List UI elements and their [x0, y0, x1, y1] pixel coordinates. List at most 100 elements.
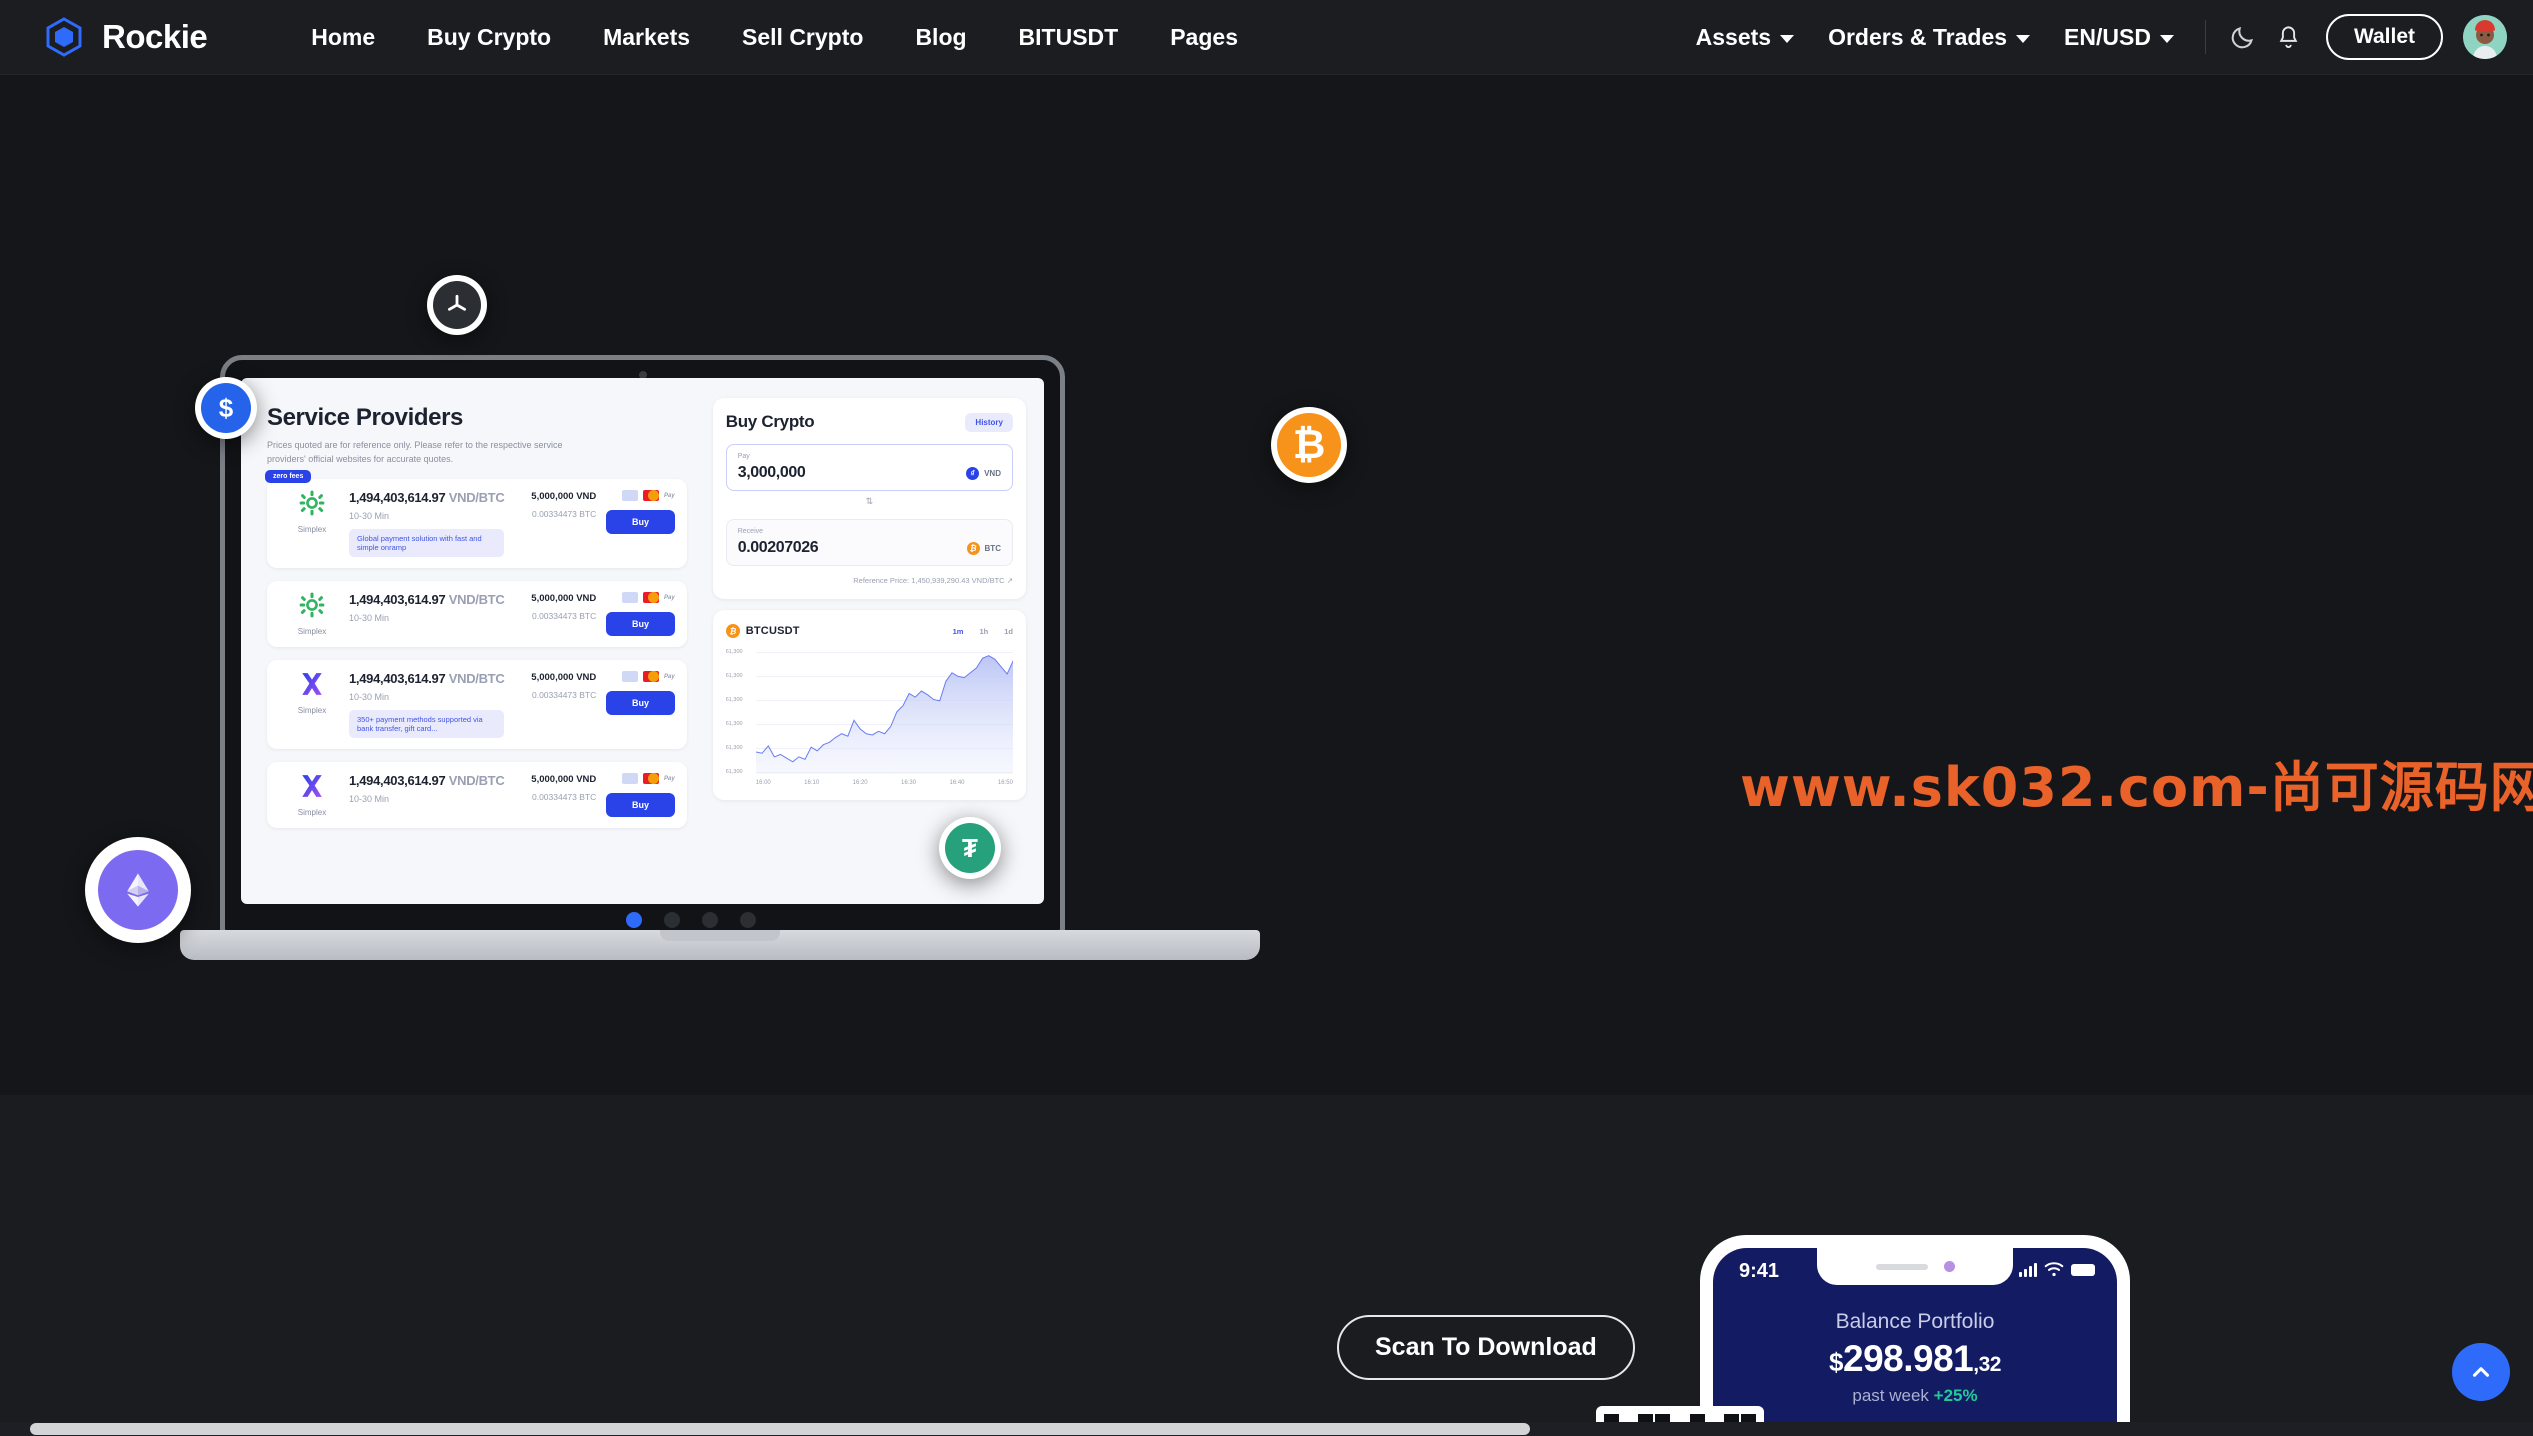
history-button[interactable]: History — [965, 412, 1013, 432]
apple-pay-icon: Pay — [664, 673, 675, 680]
chart-range-1d[interactable]: 1d — [1004, 627, 1013, 636]
dark-coin-icon — [427, 275, 487, 335]
balance-main: 298.981 — [1843, 1338, 1974, 1379]
provider-details: 1,494,403,614.97 VND/BTC 10-30 Min 350+ … — [343, 671, 505, 738]
buy-button[interactable]: Buy — [606, 691, 675, 715]
brand-logo-group[interactable]: Rockie — [42, 15, 208, 59]
provider-actions: Pay Buy — [596, 671, 675, 715]
btc-orange-coin-icon: ₿ — [966, 542, 980, 555]
provider-name: Simplex — [297, 525, 327, 534]
provider-eta: 10-30 Min — [349, 613, 390, 623]
buy-button[interactable]: Buy — [606, 612, 675, 636]
swap-vertical-icon[interactable]: ⇅ — [726, 496, 1013, 507]
buy-button[interactable]: Buy — [606, 793, 675, 817]
service-providers-subtitle: Prices quoted are for reference only. Pl… — [267, 440, 563, 464]
carousel-dot-1[interactable] — [626, 912, 642, 928]
chart-ytick: 61,300 — [725, 721, 743, 727]
provider-amounts: 5,000,000 VND 0.00334473 BTC — [504, 592, 596, 621]
chart-ytick: 61,300 — [725, 769, 743, 775]
provider-logo-cell: Simplex — [281, 592, 343, 636]
pay-currency-selector[interactable]: ₫ VND — [966, 467, 1001, 482]
service-providers-pane: Service Providers Prices quoted are for … — [241, 378, 707, 904]
tether-coin-icon: ₮ — [939, 817, 1001, 879]
nav-link-sell-crypto[interactable]: Sell Crypto — [716, 24, 889, 51]
carousel-dot-2[interactable] — [664, 912, 680, 928]
receive-currency-selector[interactable]: ₿ BTC — [966, 542, 1001, 557]
notifications-button[interactable] — [2266, 14, 2312, 60]
hero-section: Service Providers Prices quoted are for … — [0, 75, 2533, 1095]
pay-field[interactable]: Pay 3,000,000 ₫ VND — [725, 444, 1013, 491]
provider-eta: 10-30 Min — [349, 511, 390, 521]
nav-dropdown-orders-trades[interactable]: Orders & Trades — [1811, 24, 2047, 51]
provider-note: Global payment solution with fast and si… — [349, 529, 505, 557]
chart-ytick: 61,300 — [725, 673, 743, 679]
table-row[interactable]: Simplex 1,494,403,614.97 VND/BTC 10-30 M… — [267, 762, 687, 828]
wallet-button[interactable]: Wallet — [2325, 14, 2443, 60]
secondary-nav: Assets Orders & Trades EN/USD Wallet — [1679, 14, 2533, 60]
scroll-to-top-button[interactable] — [2452, 1343, 2510, 1401]
provider-actions: Pay Buy — [596, 592, 675, 636]
provider-price: 1,494,403,614.97 VND/BTC — [349, 592, 505, 607]
provider-crypto-amount: 0.00334473 BTC — [531, 690, 597, 700]
laptop-screen: Service Providers Prices quoted are for … — [241, 378, 1044, 904]
scrollbar-thumb[interactable] — [30, 1423, 1530, 1435]
provider-fiat-amount: 5,000,000 VND — [531, 672, 597, 683]
phone-screen: 9:41 Balance Portfolio $298.981,32 past … — [1713, 1248, 2117, 1436]
chevron-down-icon — [2159, 35, 2174, 43]
nav-dropdown-orders-trades-label: Orders & Trades — [1828, 23, 2008, 50]
table-row[interactable]: Simplex 1,494,403,614.97 VND/BTC 10-30 M… — [267, 660, 687, 749]
provider-actions: Pay Buy — [596, 490, 675, 534]
table-row[interactable]: Simplex 1,494,403,614.97 VND/BTC 10-30 M… — [267, 581, 687, 647]
nav-link-pages[interactable]: Pages — [1144, 24, 1264, 51]
carousel-dot-3[interactable] — [702, 912, 718, 928]
provider-price: 1,494,403,614.97 VND/BTC — [349, 490, 505, 505]
horizontal-scrollbar[interactable] — [0, 1422, 2533, 1436]
provider-name: Simplex — [297, 808, 327, 817]
front-camera-icon — [1943, 1261, 1955, 1272]
payment-methods: Pay — [606, 490, 675, 501]
chart-range-1h[interactable]: 1h — [979, 627, 988, 636]
apple-pay-icon: Pay — [664, 594, 675, 601]
currency-symbol: $ — [1829, 1347, 1843, 1377]
phone-status-icons — [2019, 1262, 2095, 1277]
payment-methods: Pay — [606, 592, 675, 603]
nav-link-bitusdt[interactable]: BITUSDT — [993, 24, 1145, 51]
chart-range-1m[interactable]: 1m — [953, 627, 964, 636]
provider-pair: VND/BTC — [448, 773, 505, 788]
download-app-section — [0, 1095, 2533, 1436]
chevron-down-icon — [1780, 35, 1795, 43]
carousel-dot-4[interactable] — [740, 912, 756, 928]
nav-dropdown-assets[interactable]: Assets — [1679, 24, 1811, 51]
chart-xtick: 16:30 — [901, 780, 917, 786]
nav-link-blog[interactable]: Blog — [889, 24, 992, 51]
battery-icon — [2071, 1263, 2095, 1276]
theme-toggle-button[interactable] — [2220, 14, 2266, 60]
service-providers-title: Service Providers — [267, 404, 463, 431]
nav-link-home[interactable]: Home — [285, 24, 401, 51]
external-link-icon[interactable]: ↗ — [1007, 576, 1013, 585]
table-row[interactable]: zero fees Simplex 1,494,403,614.97 VND/B… — [265, 470, 687, 568]
nav-link-markets[interactable]: Markets — [577, 24, 716, 51]
chart-range-selector: 1m 1h 1d — [953, 627, 1013, 636]
x-gradient-icon — [302, 673, 322, 695]
nav-link-buy-crypto[interactable]: Buy Crypto — [401, 24, 577, 51]
provider-crypto-amount: 0.00334473 BTC — [531, 509, 597, 519]
buy-crypto-title: Buy Crypto — [725, 412, 815, 431]
nav-dropdown-language-currency[interactable]: EN/USD — [2047, 24, 2191, 51]
nav-dropdown-language-currency-label: EN/USD — [2064, 23, 2151, 50]
receive-field[interactable]: Receive 0.00207026 ₿ BTC — [725, 519, 1013, 566]
provider-pair: VND/BTC — [448, 490, 505, 505]
receive-currency-label: BTC — [984, 544, 1001, 553]
scan-to-download-button[interactable]: Scan To Download — [1337, 1315, 1635, 1380]
buy-button[interactable]: Buy — [606, 510, 675, 534]
reference-price-text: Reference Price: 1,450,939,290.43 VND/BT… — [853, 576, 1005, 585]
provider-details: 1,494,403,614.97 VND/BTC 10-30 Min — [343, 773, 505, 804]
provider-eta: 10-30 Min — [349, 692, 390, 702]
chart-x-axis: 16:00 16:10 16:20 16:30 16:40 16:50 — [726, 780, 1013, 786]
mastercard-icon — [643, 671, 660, 682]
rockie-hexagon-logo-icon — [42, 15, 86, 59]
balance-amount: $298.981,32 — [1713, 1338, 2117, 1380]
chart-xtick: 16:40 — [949, 780, 965, 786]
brand-name: Rockie — [102, 18, 208, 55]
user-avatar[interactable] — [2463, 15, 2507, 59]
